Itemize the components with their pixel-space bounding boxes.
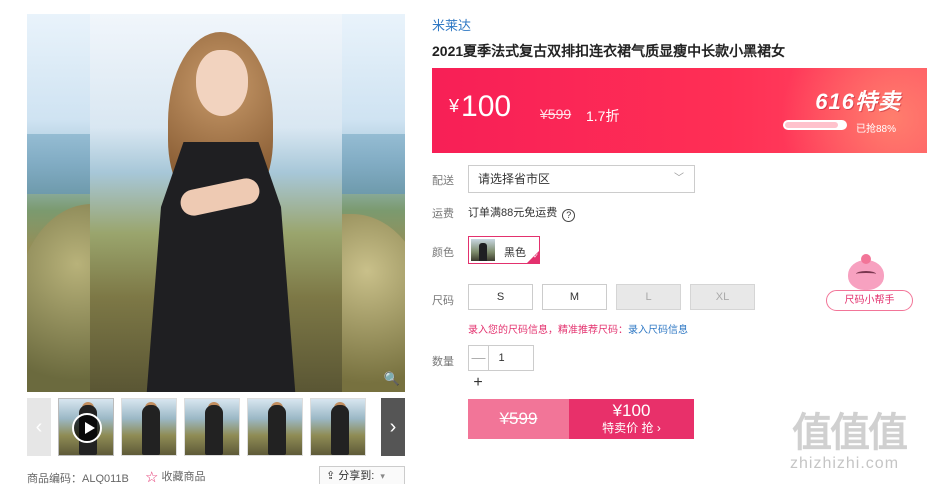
sold-progress-bar — [783, 120, 847, 130]
watermark-url: zhizhizhi.com — [790, 455, 900, 472]
promo-logo: 616特卖 — [815, 89, 901, 114]
shipping-info: 订单满88元免运费? — [468, 204, 576, 222]
share-icon: ⇪ — [326, 470, 339, 482]
share-dropdown[interactable]: ⇪ 分享到: ▾ — [319, 466, 405, 484]
size-entry-link[interactable]: 录入尺码信息 — [628, 325, 688, 336]
size-label: 尺码 — [432, 295, 454, 307]
thumb-figure — [142, 405, 160, 455]
model-face — [196, 50, 248, 116]
thumbnail[interactable] — [121, 398, 177, 456]
favorite-label: 收藏商品 — [161, 471, 206, 483]
quantity-decrease-button[interactable]: — — [469, 346, 489, 370]
share-label: 分享到: — [338, 470, 375, 482]
black-dress — [146, 142, 296, 392]
region-select-placeholder: 请选择省市区 — [478, 172, 551, 186]
color-option-black[interactable]: 黑色 — [468, 236, 540, 264]
thumb-figure — [268, 405, 286, 455]
chevron-down-icon: ﹀ — [674, 173, 684, 184]
watermark-logo: 值值值 — [792, 411, 908, 455]
size-hint-text: 录入您的尺码信息，精准推荐尺码： — [468, 325, 628, 336]
delivery-label: 配送 — [432, 175, 454, 187]
thumb-prev-button[interactable]: ‹ — [27, 398, 51, 456]
color-option-label: 黑色 — [504, 247, 526, 259]
color-swatch-image — [471, 239, 495, 261]
special-price-label: 特卖价 抢 › — [602, 421, 661, 435]
special-price-buy-button[interactable]: ¥100 特卖价 抢 › — [569, 399, 694, 439]
color-label: 颜色 — [432, 247, 454, 259]
size-option-l: L — [616, 284, 681, 310]
mascot-icon — [848, 254, 884, 290]
price-banner: ¥100 ¥599 1.7折 616特卖 已抢88% — [432, 68, 927, 153]
shipping-label: 运费 — [432, 208, 454, 220]
region-select[interactable]: 请选择省市区 ﹀ — [468, 165, 695, 193]
quantity-label: 数量 — [432, 356, 454, 368]
sku-code: 商品编码：ALQ011B — [27, 473, 129, 484]
site-watermark: 值值值 zhizhizhi.com — [790, 400, 940, 480]
thumbnail[interactable] — [247, 398, 303, 456]
current-price: ¥100 — [449, 91, 511, 122]
help-icon[interactable]: ? — [562, 209, 576, 222]
quantity-stepper: — 1 — [468, 345, 534, 371]
original-price: ¥599 — [540, 106, 572, 122]
star-icon: ☆ — [145, 469, 159, 484]
size-helper-button[interactable]: 尺码小帮手 — [826, 290, 913, 311]
discount-label: 1.7折 — [586, 108, 620, 124]
special-price-value: ¥100 — [612, 401, 651, 420]
shipping-text: 订单满88元免运费 — [468, 207, 558, 219]
original-price-button[interactable]: ¥599 — [468, 399, 569, 439]
thumbnail[interactable] — [310, 398, 366, 456]
thumb-figure — [205, 405, 223, 455]
size-option-xl: XL — [690, 284, 755, 310]
size-option-m[interactable]: M — [542, 284, 607, 310]
main-product-image[interactable]: 🔍 — [27, 14, 405, 392]
quantity-input[interactable]: 1 — [489, 346, 514, 370]
favorite-button[interactable]: ☆ 收藏商品 — [145, 468, 205, 484]
sold-progress-fill — [785, 122, 838, 128]
size-hint: 录入您的尺码信息，精准推荐尺码：录入尺码信息 — [468, 321, 688, 336]
caret-down-icon: ▾ — [380, 471, 385, 481]
zoom-icon[interactable]: 🔍 — [383, 370, 401, 388]
gallery-footer: 商品编码：ALQ011B ☆ 收藏商品 ⇪ 分享到: ▾ — [27, 466, 405, 484]
currency-symbol: ¥ — [449, 96, 460, 116]
size-helper[interactable]: 尺码小帮手 — [826, 254, 914, 312]
thumb-next-button[interactable]: › — [381, 398, 405, 456]
sold-progress-text: 已抢88% — [856, 124, 897, 135]
thumbnail-strip: ‹ › — [27, 398, 405, 456]
current-price-value: 100 — [461, 90, 512, 123]
brand-link[interactable]: 米莱达 — [432, 15, 471, 34]
product-title: 2021夏季法式复古双排扣连衣裙气质显瘦中长款小黑裙女 — [432, 43, 786, 59]
size-option-s[interactable]: S — [468, 284, 533, 310]
thumbnail[interactable] — [184, 398, 240, 456]
selected-check-icon — [527, 251, 539, 263]
model-photo — [90, 14, 342, 392]
thumb-figure — [331, 405, 349, 455]
quantity-increase-button[interactable]: + — [468, 373, 488, 393]
thumbnail-video[interactable] — [58, 398, 114, 456]
play-icon[interactable] — [72, 413, 102, 443]
